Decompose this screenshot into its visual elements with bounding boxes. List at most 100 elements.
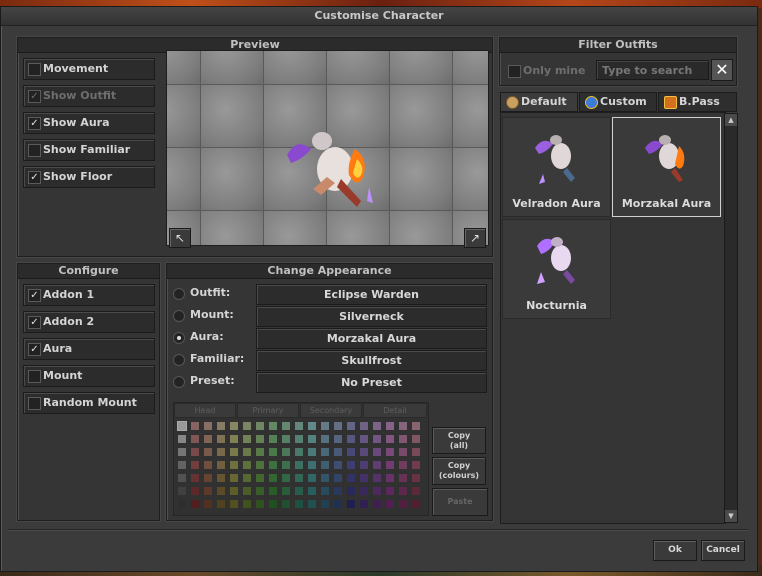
cancel-button[interactable]: Cancel — [701, 540, 745, 561]
color-swatch[interactable] — [321, 461, 329, 469]
color-swatch[interactable] — [399, 422, 407, 430]
color-swatch[interactable] — [178, 448, 186, 456]
color-swatch[interactable] — [178, 487, 186, 495]
color-swatch[interactable] — [373, 474, 381, 482]
copy-colours-button[interactable]: Copy (colours) — [432, 457, 486, 485]
color-swatch[interactable] — [243, 500, 251, 508]
color-swatch[interactable] — [399, 500, 407, 508]
outfit-card-velradon-aura[interactable]: Velradon Aura — [502, 117, 611, 217]
color-swatch[interactable] — [399, 448, 407, 456]
color-swatch[interactable] — [399, 435, 407, 443]
color-swatch[interactable] — [308, 500, 316, 508]
color-swatch[interactable] — [334, 422, 342, 430]
color-swatch[interactable] — [360, 500, 368, 508]
color-swatch[interactable] — [217, 487, 225, 495]
color-swatch[interactable] — [178, 500, 186, 508]
color-swatch[interactable] — [412, 461, 420, 469]
color-swatch[interactable] — [230, 500, 238, 508]
color-swatch[interactable] — [282, 422, 290, 430]
ok-button[interactable]: Ok — [653, 540, 697, 561]
color-swatch[interactable] — [412, 474, 420, 482]
mount-radio[interactable] — [173, 310, 185, 322]
color-swatch[interactable] — [191, 487, 199, 495]
color-swatch[interactable] — [256, 487, 264, 495]
color-swatch[interactable] — [204, 474, 212, 482]
color-swatch[interactable] — [217, 435, 225, 443]
color-swatch[interactable] — [321, 448, 329, 456]
color-swatch[interactable] — [243, 487, 251, 495]
color-swatch[interactable] — [308, 448, 316, 456]
color-swatch[interactable] — [295, 487, 303, 495]
color-swatch[interactable] — [321, 422, 329, 430]
color-swatch[interactable] — [386, 422, 394, 430]
random-mount-checkbox[interactable]: Random Mount — [23, 392, 155, 414]
color-swatch[interactable] — [334, 487, 342, 495]
color-swatch[interactable] — [230, 435, 238, 443]
color-swatch[interactable] — [386, 500, 394, 508]
color-swatch[interactable] — [256, 500, 264, 508]
tab-secondary[interactable]: Secondary — [300, 403, 362, 418]
color-swatch[interactable] — [386, 461, 394, 469]
aura-value[interactable]: Morzakal Aura — [256, 328, 487, 349]
color-swatch[interactable] — [269, 500, 277, 508]
color-swatch[interactable] — [217, 448, 225, 456]
color-swatch[interactable] — [347, 435, 355, 443]
color-swatch[interactable] — [334, 461, 342, 469]
color-swatch[interactable] — [347, 474, 355, 482]
color-swatch[interactable] — [399, 474, 407, 482]
color-swatch[interactable] — [295, 500, 303, 508]
show-familiar-checkbox[interactable]: Show Familiar — [23, 139, 155, 161]
color-swatch[interactable] — [386, 487, 394, 495]
color-swatch[interactable] — [373, 500, 381, 508]
color-swatch[interactable] — [204, 500, 212, 508]
search-input[interactable]: Type to search — [596, 60, 709, 80]
color-swatch[interactable] — [256, 474, 264, 482]
color-swatch[interactable] — [321, 435, 329, 443]
color-swatch[interactable] — [243, 422, 251, 430]
color-swatch[interactable] — [399, 461, 407, 469]
color-swatch[interactable] — [334, 435, 342, 443]
tab-custom[interactable]: Custom — [579, 92, 657, 112]
color-swatch[interactable] — [204, 435, 212, 443]
color-swatch[interactable] — [282, 500, 290, 508]
color-swatch[interactable] — [217, 461, 225, 469]
title-bar[interactable]: Customise Character — [1, 7, 757, 26]
color-swatch[interactable] — [334, 500, 342, 508]
color-swatch[interactable] — [295, 435, 303, 443]
aura-checkbox[interactable]: ✓ Aura — [23, 338, 155, 360]
color-swatch[interactable] — [230, 448, 238, 456]
color-swatch[interactable] — [360, 474, 368, 482]
preset-radio[interactable] — [173, 376, 185, 388]
color-swatch[interactable] — [347, 500, 355, 508]
color-swatch[interactable] — [178, 435, 186, 443]
outfit-card-nocturnia[interactable]: Nocturnia — [502, 219, 611, 319]
preset-value[interactable]: No Preset — [256, 372, 487, 393]
color-swatch[interactable] — [373, 422, 381, 430]
color-swatch[interactable] — [230, 487, 238, 495]
color-swatch[interactable] — [386, 435, 394, 443]
color-swatch[interactable] — [308, 435, 316, 443]
color-swatch[interactable] — [308, 461, 316, 469]
color-swatch[interactable] — [191, 500, 199, 508]
color-swatch[interactable] — [412, 500, 420, 508]
color-swatch[interactable] — [321, 487, 329, 495]
scroll-up-icon[interactable]: ▲ — [725, 114, 737, 126]
color-swatch[interactable] — [373, 448, 381, 456]
color-swatch[interactable] — [191, 422, 199, 430]
rotate-left-button[interactable]: ↖ — [169, 228, 191, 248]
color-swatch[interactable] — [256, 435, 264, 443]
outfit-list-scrollbar[interactable]: ▲ ▼ — [724, 113, 738, 523]
color-swatch[interactable] — [230, 474, 238, 482]
color-swatch[interactable] — [204, 422, 212, 430]
color-swatch[interactable] — [269, 487, 277, 495]
color-swatch[interactable] — [347, 461, 355, 469]
color-swatch[interactable] — [217, 500, 225, 508]
color-swatch[interactable] — [282, 461, 290, 469]
scroll-down-icon[interactable]: ▼ — [725, 510, 737, 522]
color-swatch[interactable] — [243, 435, 251, 443]
color-swatch[interactable] — [412, 422, 420, 430]
color-swatch[interactable] — [230, 461, 238, 469]
color-swatch[interactable] — [308, 487, 316, 495]
show-aura-checkbox[interactable]: ✓ Show Aura — [23, 112, 155, 134]
color-swatch[interactable] — [347, 448, 355, 456]
